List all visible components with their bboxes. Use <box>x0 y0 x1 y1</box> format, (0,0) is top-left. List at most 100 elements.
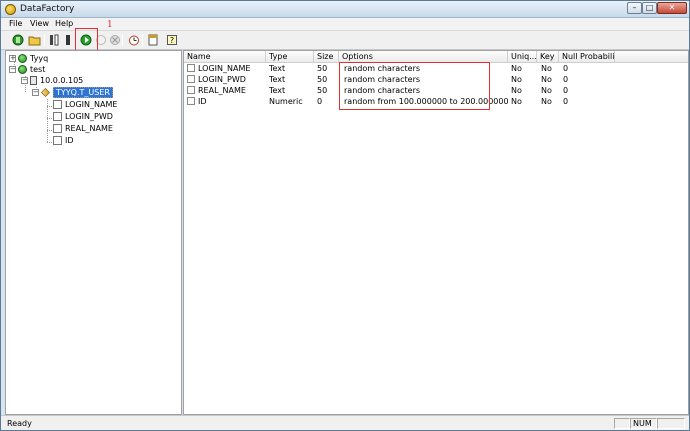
field-icon <box>187 64 195 72</box>
cell-unique: No <box>511 86 522 95</box>
column-header-null-probability[interactable]: Null Probabili... <box>559 51 615 63</box>
tree-node-label: REAL_NAME <box>65 124 113 133</box>
field-icon <box>187 97 195 105</box>
cell-key: No <box>541 86 552 95</box>
collapse-icon[interactable]: − <box>32 89 39 96</box>
app-window: DataFactory – □ ✕ File View Help ? 1 + T… <box>0 0 690 431</box>
help-icon[interactable]: ? <box>165 33 179 47</box>
stop-icon[interactable] <box>108 33 122 47</box>
cell-name: ID <box>198 97 207 106</box>
cell-unique: No <box>511 75 522 84</box>
menu-file[interactable]: File <box>9 19 22 28</box>
open-folder-icon[interactable] <box>27 33 41 47</box>
status-text: Ready <box>7 419 32 428</box>
tree-node-field[interactable]: LOGIN_NAME <box>53 99 117 110</box>
tree-node-label: 10.0.0.105 <box>40 76 84 85</box>
columns-icon[interactable] <box>47 33 61 47</box>
run-button-highlight <box>75 28 98 52</box>
tree-node-field[interactable]: LOGIN_PWD <box>53 111 113 122</box>
field-icon <box>53 124 62 133</box>
tree-node-tyyq[interactable]: + Tyyq <box>9 53 48 64</box>
cell-null-probability: 0 <box>563 97 569 106</box>
table-icon <box>41 88 50 97</box>
toolbar-separator <box>142 34 143 46</box>
tree-node-label: Tyyq <box>30 54 49 63</box>
database-icon <box>18 65 27 74</box>
field-icon <box>53 136 62 145</box>
cell-key: No <box>541 64 552 73</box>
collapse-icon[interactable]: − <box>21 77 28 84</box>
tree-node-test[interactable]: − test <box>9 64 45 75</box>
minimize-button[interactable]: – <box>627 2 642 14</box>
column-header-size[interactable]: Size <box>314 51 339 63</box>
server-icon <box>30 76 37 85</box>
cell-type: Text <box>269 64 286 73</box>
cell-key: No <box>541 97 552 106</box>
cell-size: 50 <box>317 86 328 95</box>
tree-node-label: TYYQ.T_USER <box>53 87 113 98</box>
tree-node-label: LOGIN_PWD <box>65 112 113 121</box>
cell-name: LOGIN_PWD <box>198 75 246 84</box>
connect-db-icon[interactable] <box>11 33 25 47</box>
tree-line <box>47 118 52 119</box>
menu-view[interactable]: View <box>30 19 49 28</box>
annotation-number: 1 <box>107 20 113 30</box>
toolbar-separator <box>44 34 45 46</box>
field-icon <box>187 86 195 94</box>
cell-unique: No <box>511 64 522 73</box>
maximize-button[interactable]: □ <box>642 2 657 14</box>
tree-node-label: ID <box>65 136 74 145</box>
report-icon[interactable] <box>146 33 160 47</box>
tree-line <box>47 130 52 131</box>
column-header-type[interactable]: Type <box>266 51 314 63</box>
column-header-unique[interactable]: Uniq... <box>508 51 537 63</box>
cell-size: 50 <box>317 64 328 73</box>
field-icon <box>187 75 195 83</box>
status-bar: Ready NUM <box>1 415 689 430</box>
timer-icon[interactable] <box>127 33 141 47</box>
cell-size: 0 <box>317 97 323 106</box>
cell-name: LOGIN_NAME <box>198 64 251 73</box>
cell-null-probability: 0 <box>563 86 569 95</box>
expand-icon[interactable]: + <box>9 55 16 62</box>
toolbar-separator <box>122 34 123 46</box>
tree-line <box>47 142 52 143</box>
close-button[interactable]: ✕ <box>657 2 687 14</box>
cell-type: Numeric <box>269 97 303 106</box>
cell-name: REAL_NAME <box>198 86 246 95</box>
cell-key: No <box>541 75 552 84</box>
status-num-indicator: NUM <box>630 418 657 429</box>
column-header-filler <box>615 51 688 63</box>
tree-node-server[interactable]: − 10.0.0.105 <box>21 75 83 86</box>
window-title: DataFactory <box>20 4 75 14</box>
cell-unique: No <box>511 97 522 106</box>
toolbar: ? <box>1 31 689 50</box>
tree-node-field[interactable]: ID <box>53 135 74 146</box>
status-panel-empty <box>614 418 630 429</box>
menu-help[interactable]: Help <box>55 19 73 28</box>
svg-text:?: ? <box>170 36 174 45</box>
tree-node-table[interactable]: − TYYQ.T_USER <box>32 87 113 98</box>
tree-node-field[interactable]: REAL_NAME <box>53 123 113 134</box>
collapse-icon[interactable]: − <box>9 66 16 73</box>
title-bar[interactable]: DataFactory – □ ✕ <box>1 1 689 18</box>
tree-node-label: test <box>30 65 46 74</box>
options-highlight <box>339 62 490 110</box>
menu-bar: File View Help <box>1 18 689 31</box>
app-logo-icon <box>5 4 16 15</box>
tree-node-label: LOGIN_NAME <box>65 100 118 109</box>
field-icon <box>53 112 62 121</box>
column-icon[interactable] <box>61 33 75 47</box>
status-panel-empty <box>657 418 685 429</box>
cell-null-probability: 0 <box>563 75 569 84</box>
database-icon <box>18 54 27 63</box>
cell-type: Text <box>269 75 286 84</box>
field-icon <box>53 100 62 109</box>
cell-size: 50 <box>317 75 328 84</box>
column-header-key[interactable]: Key <box>537 51 559 63</box>
database-tree[interactable]: + Tyyq − test − 10.0.0.105 − TYYQ.T_USER… <box>5 50 182 415</box>
cell-type: Text <box>269 86 286 95</box>
cell-null-probability: 0 <box>563 64 569 73</box>
tree-line <box>47 106 52 107</box>
column-header-name[interactable]: Name <box>184 51 266 63</box>
